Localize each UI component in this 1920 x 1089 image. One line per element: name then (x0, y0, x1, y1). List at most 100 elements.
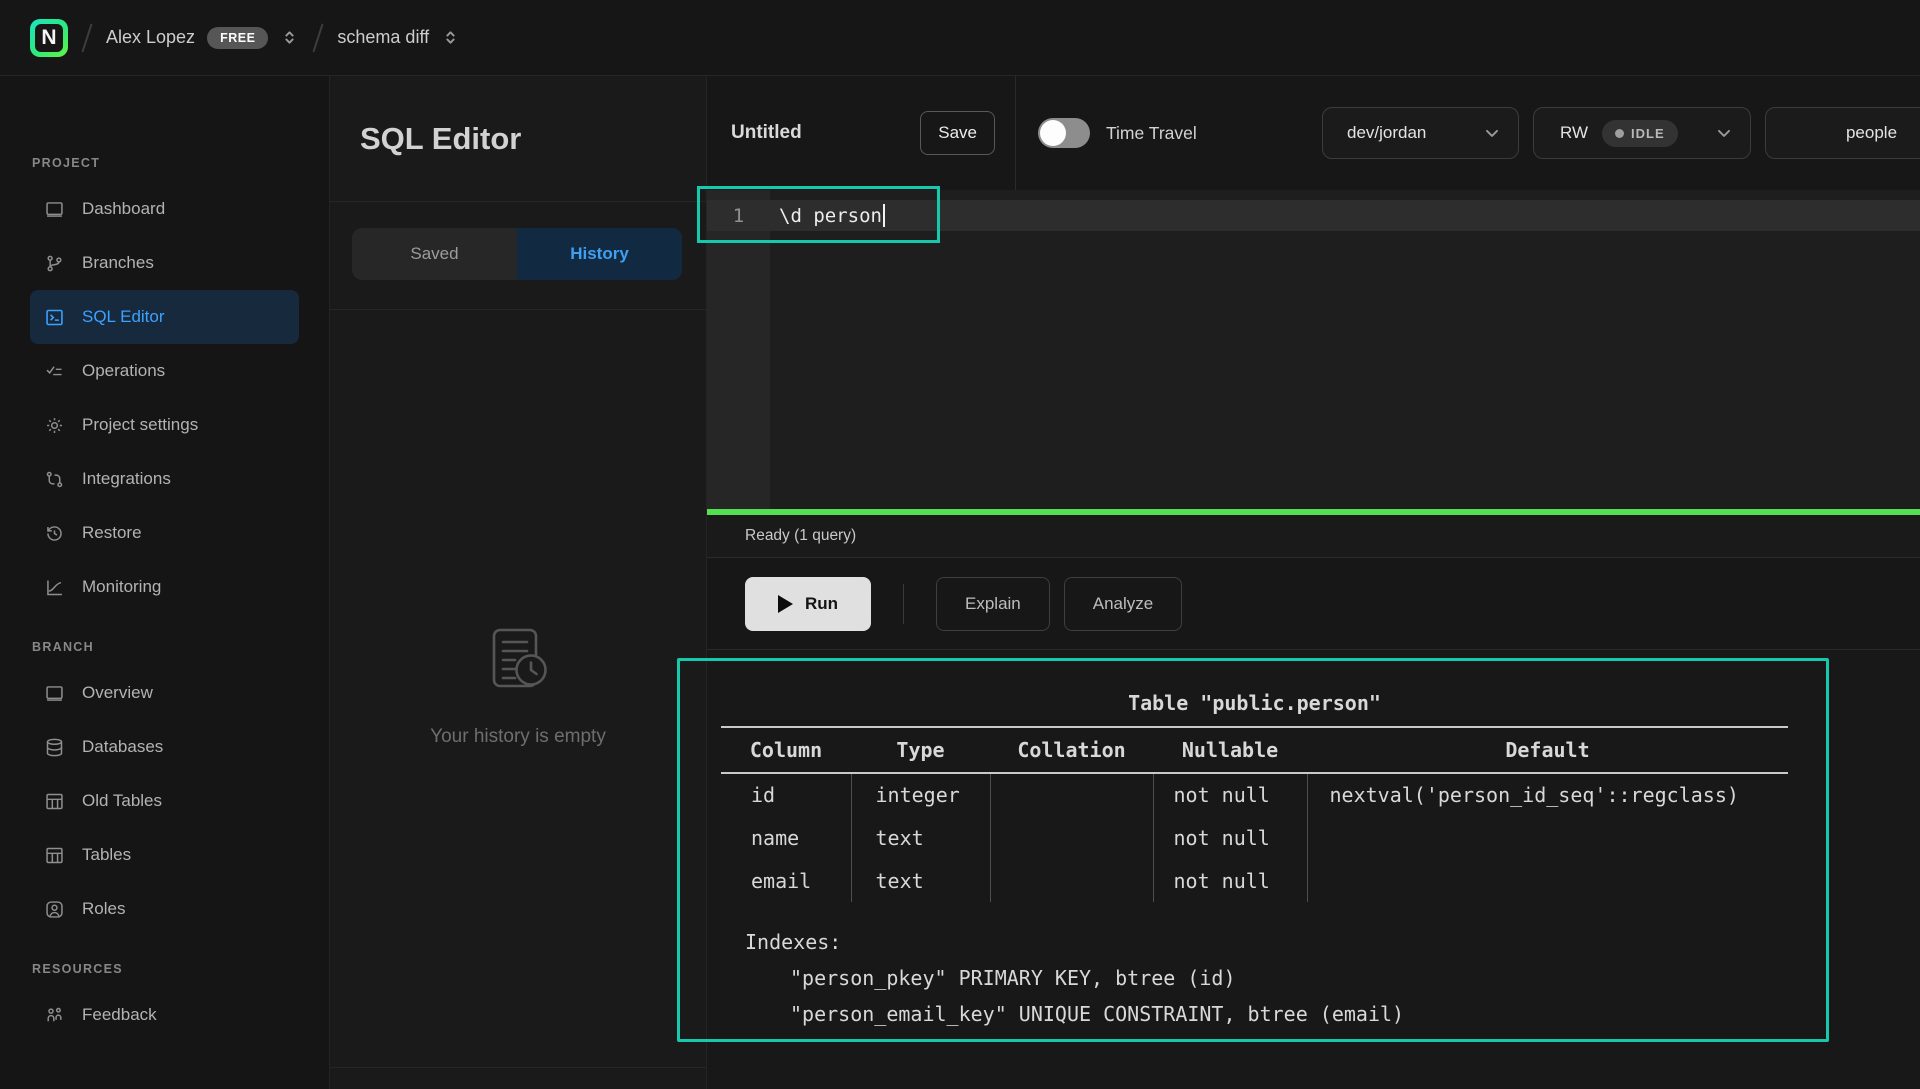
run-button[interactable]: Run (745, 577, 871, 631)
sql-editor-icon (44, 307, 65, 328)
indexes-label: Indexes: (745, 924, 1788, 960)
sidebar-item-label: Feedback (82, 1005, 157, 1025)
sidebar-item-label: Integrations (82, 469, 171, 489)
line-number: 1 (707, 205, 770, 227)
sidebar-item-sql-editor[interactable]: SQL Editor (30, 290, 299, 344)
sql-code-editor[interactable]: 1 \d person (707, 190, 1920, 509)
feedback-icon (44, 1005, 65, 1026)
sidebar-item-label: Restore (82, 523, 142, 543)
column-header: Nullable (1153, 727, 1307, 773)
toggle-knob (1040, 120, 1066, 146)
tab-history[interactable]: History (517, 228, 682, 280)
breadcrumb-branch[interactable]: schema diff (337, 27, 460, 48)
sidebar-item-monitoring[interactable]: Monitoring (30, 560, 299, 614)
breadcrumb-separator (81, 23, 92, 52)
sidebar-section-resources: RESOURCES (0, 962, 329, 976)
sidebar-item-label: Roles (82, 899, 125, 919)
column-header: Default (1307, 727, 1788, 773)
compute-select[interactable]: RW IDLE (1533, 107, 1751, 159)
explain-button[interactable]: Explain (936, 577, 1050, 631)
database-select[interactable]: people (1765, 107, 1920, 159)
sidebar-item-databases[interactable]: Databases (30, 720, 299, 774)
cell-nullable: not null (1153, 773, 1307, 816)
integrations-icon (44, 469, 65, 490)
tabs-block: Saved History (330, 202, 706, 310)
query-results: Table "public.person" Column Type Collat… (707, 651, 1920, 1089)
sidebar-item-dashboard[interactable]: Dashboard (30, 182, 299, 236)
cell-column: id (721, 773, 851, 816)
monitoring-icon (44, 577, 65, 598)
status-row: Ready (1 query) (707, 515, 1920, 558)
column-header: Collation (990, 727, 1153, 773)
sidebar-item-branches[interactable]: Branches (30, 236, 299, 290)
code-text: \d person (779, 205, 882, 227)
cell-column: email (721, 859, 851, 902)
roles-icon (44, 899, 65, 920)
cell-collation (990, 859, 1153, 902)
document-clock-icon (479, 622, 557, 700)
ready-status-text: Ready (1 query) (745, 527, 856, 545)
sidebar-item-overview[interactable]: Overview (30, 666, 299, 720)
restore-icon (44, 523, 65, 544)
cell-type: text (851, 816, 990, 859)
panel-divider (330, 1067, 706, 1068)
sidebar-item-old-tables[interactable]: Old Tables (30, 774, 299, 828)
gear-icon (44, 415, 65, 436)
run-button-label: Run (805, 594, 838, 614)
neon-logo-letter: N (35, 24, 63, 52)
analyze-button[interactable]: Analyze (1064, 577, 1182, 631)
column-header: Column (721, 727, 851, 773)
cell-type: integer (851, 773, 990, 816)
save-button[interactable]: Save (920, 111, 995, 155)
topbar: N Alex Lopez FREE schema diff (0, 0, 1920, 76)
table-icon (44, 791, 65, 812)
branches-icon (44, 253, 65, 274)
sidebar-item-label: Branches (82, 253, 154, 273)
time-travel-group: Time Travel (1016, 118, 1197, 148)
page-title: SQL Editor (360, 121, 521, 157)
branch-select[interactable]: dev/jordan (1322, 107, 1519, 159)
sidebar-item-operations[interactable]: Operations (30, 344, 299, 398)
sidebar-item-roles[interactable]: Roles (30, 882, 299, 936)
compute-status-text: IDLE (1631, 126, 1665, 141)
sidebar-item-tables[interactable]: Tables (30, 828, 299, 882)
play-icon (778, 595, 793, 613)
cell-default (1307, 816, 1788, 859)
cell-default (1307, 859, 1788, 902)
sidebar-item-label: Old Tables (82, 791, 162, 811)
time-travel-toggle[interactable] (1038, 118, 1090, 148)
cell-column: name (721, 816, 851, 859)
saved-history-tabs: Saved History (352, 228, 682, 280)
chevron-updown-icon[interactable] (280, 28, 299, 47)
sidebar-item-label: Project settings (82, 415, 198, 435)
result-table: Column Type Collation Nullable Default i… (721, 726, 1788, 902)
cell-type: text (851, 859, 990, 902)
sidebar-item-label: Monitoring (82, 577, 161, 597)
branch-select-value: dev/jordan (1347, 123, 1426, 143)
table-row: id integer not null nextval('person_id_s… (721, 773, 1788, 816)
breadcrumb-separator (313, 23, 324, 52)
cell-collation (990, 773, 1153, 816)
database-icon (44, 737, 65, 758)
query-workspace: Untitled Save Time Travel dev/jordan RW … (707, 76, 1920, 1089)
breadcrumb-project[interactable]: Alex Lopez FREE (106, 27, 299, 49)
sidebar: PROJECT Dashboard Branches SQL Editor Op… (0, 76, 330, 1089)
psql-output: Table "public.person" Column Type Collat… (721, 686, 1788, 1032)
sidebar-section-branch: BRANCH (0, 640, 329, 654)
indexes-block: Indexes: "person_pkey" PRIMARY KEY, btre… (721, 924, 1788, 1032)
connection-selects: dev/jordan RW IDLE people (1322, 107, 1920, 159)
sidebar-item-project-settings[interactable]: Project settings (30, 398, 299, 452)
neon-logo[interactable]: N (30, 19, 68, 57)
index-line: "person_pkey" PRIMARY KEY, btree (id) (790, 960, 1788, 996)
index-line: "person_email_key" UNIQUE CONSTRAINT, bt… (790, 996, 1788, 1032)
sidebar-item-integrations[interactable]: Integrations (30, 452, 299, 506)
sidebar-item-label: Dashboard (82, 199, 165, 219)
sidebar-item-restore[interactable]: Restore (30, 506, 299, 560)
editor-current-line[interactable]: 1 \d person (707, 200, 1920, 231)
project-name: Alex Lopez (106, 27, 195, 48)
chevron-updown-icon[interactable] (441, 28, 460, 47)
tab-saved[interactable]: Saved (352, 228, 517, 280)
sidebar-item-feedback[interactable]: Feedback (30, 988, 299, 1042)
query-actions: Run Explain Analyze (707, 558, 1920, 650)
plan-badge: FREE (207, 27, 268, 49)
